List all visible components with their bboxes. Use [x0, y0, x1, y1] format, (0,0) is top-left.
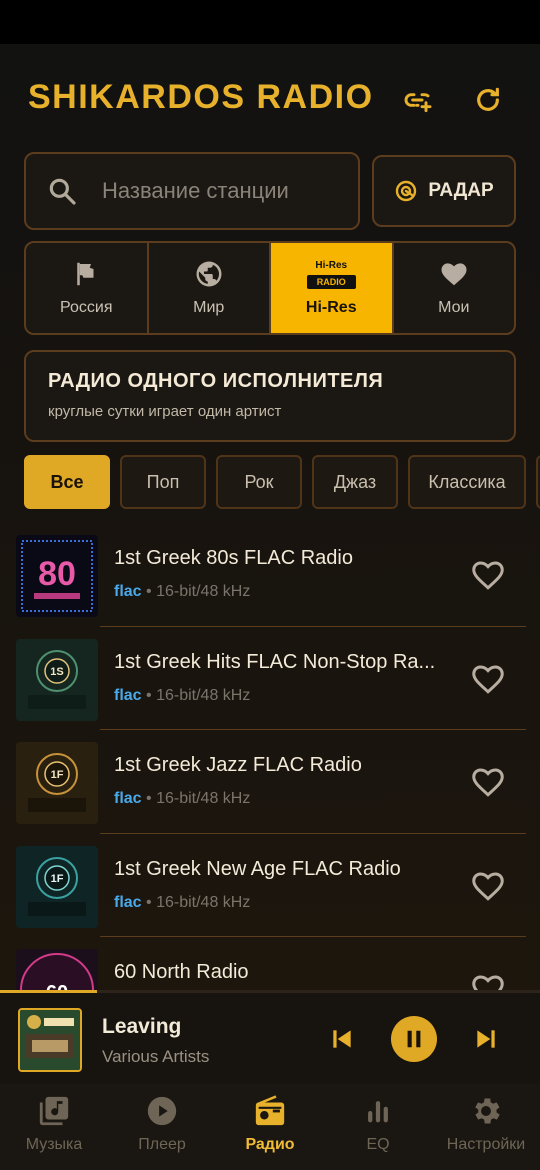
station-cover: 1S	[16, 638, 98, 721]
station-name: 1st Greek Jazz FLAC Radio	[114, 754, 362, 776]
genre-chips: Все Поп Рок Джаз Классика	[24, 455, 540, 509]
settings-gear-icon	[475, 1098, 500, 1124]
favorite-heart-icon[interactable]	[470, 764, 506, 800]
play-circle-icon	[147, 1096, 177, 1126]
previous-button[interactable]	[326, 1023, 358, 1055]
app-title: SHIKARDOS RADIO	[28, 78, 374, 116]
banner-subtitle: круглые сутки играет один артист	[48, 403, 282, 420]
music-library-icon	[39, 1096, 69, 1126]
radar-button[interactable]: РАДАР	[372, 155, 516, 227]
flag-icon	[77, 262, 94, 286]
playback-progress[interactable]	[0, 990, 98, 993]
chip-all[interactable]: Все	[24, 455, 110, 509]
nav-player[interactable]: Плеер	[108, 1084, 216, 1170]
station-meta: flac • 16-bit/48 kHz	[114, 686, 251, 704]
tab-label: Мир	[193, 299, 225, 316]
search-icon	[49, 178, 76, 205]
station-item[interactable]: 1S 1st Greek Hits FLAC Non-Stop Ra... fl…	[0, 627, 540, 730]
hires-radio-logo: Hi-Res RADIO	[306, 260, 356, 289]
nav-label: Плеер	[138, 1136, 186, 1153]
station-name: 1st Greek New Age FLAC Radio	[114, 857, 401, 880]
station-meta: flac • 16-bit/48 kHz	[114, 583, 251, 600]
radar-icon	[396, 180, 417, 202]
station-meta: flac • 16-bit/48 kHz	[114, 893, 251, 911]
svg-text:1F: 1F	[51, 769, 64, 781]
nav-radio[interactable]: Радио	[216, 1084, 324, 1170]
station-meta: flac • 16-bit/48 kHz	[114, 790, 251, 807]
station-item[interactable]: 1F 1st Greek New Age FLAC Radio flac • 1…	[0, 834, 540, 937]
favorite-heart-icon[interactable]	[470, 868, 506, 904]
station-item[interactable]: 80 1st Greek 80s FLAC Radio flac • 16-bi…	[0, 523, 540, 627]
svg-text:1F: 1F	[51, 873, 64, 885]
status-bar	[0, 0, 540, 44]
station-name: 1st Greek 80s FLAC Radio	[114, 547, 353, 569]
skip-next-icon	[477, 1030, 495, 1048]
radar-label: РАДАР	[428, 180, 494, 201]
play-pause-button[interactable]	[391, 1016, 437, 1062]
mini-player[interactable]: Leaving Various Artists	[0, 990, 540, 1084]
link-plus-icon[interactable]	[400, 82, 436, 118]
refresh-icon[interactable]	[470, 82, 506, 118]
track-title: Leaving	[102, 1015, 182, 1038]
station-item[interactable]: 60 60 North Radio	[0, 937, 540, 991]
station-item[interactable]: 1F 1st Greek Jazz FLAC Radio flac • 16-b…	[0, 730, 540, 834]
equalizer-icon	[368, 1101, 388, 1123]
favorite-heart-icon[interactable]	[470, 557, 506, 593]
nav-label: Музыка	[25, 1136, 83, 1153]
bottom-navigation: Музыка Плеер Радио EQ Настройки	[0, 1084, 540, 1170]
favorite-heart-icon[interactable]	[470, 971, 506, 991]
radio-icon	[255, 1095, 285, 1126]
chip-more[interactable]	[536, 455, 540, 509]
chip-rock[interactable]: Рок	[216, 455, 302, 509]
album-cover	[18, 1008, 82, 1072]
chip-jazz[interactable]: Джаз	[312, 455, 398, 509]
svg-text:1S: 1S	[50, 666, 63, 678]
station-cover: 1F	[16, 742, 98, 824]
chip-classical[interactable]: Классика	[408, 455, 526, 509]
chip-pop[interactable]: Поп	[120, 455, 206, 509]
favorite-heart-icon[interactable]	[470, 661, 506, 697]
nav-settings[interactable]: Настройки	[432, 1084, 540, 1170]
tab-world[interactable]: Мир	[149, 243, 271, 333]
station-cover: 1F	[16, 845, 98, 928]
nav-label: EQ	[366, 1136, 390, 1153]
tab-hires[interactable]: Hi-Res RADIO Hi-Res	[271, 243, 394, 333]
banner-title: РАДИО ОДНОГО ИСПОЛНИТЕЛЯ	[48, 370, 384, 392]
station-cover: 60	[16, 949, 98, 991]
station-list: 80 1st Greek 80s FLAC Radio flac • 16-bi…	[0, 523, 540, 991]
nav-label: Радио	[245, 1136, 295, 1153]
nav-music[interactable]: Музыка	[0, 1084, 108, 1170]
tab-label: Россия	[60, 299, 113, 316]
track-artist: Various Artists	[102, 1047, 210, 1066]
globe-icon	[196, 261, 222, 287]
tab-label: Мои	[438, 299, 470, 316]
tab-favorites[interactable]: Мои	[394, 243, 515, 333]
station-cover: 80	[16, 535, 98, 617]
nav-eq[interactable]: EQ	[324, 1084, 432, 1170]
tab-russia[interactable]: Россия	[26, 243, 149, 333]
station-name: 1st Greek Hits FLAC Non-Stop Ra...	[114, 650, 436, 673]
skip-previous-icon	[333, 1030, 351, 1048]
tab-label: Hi-Res	[305, 298, 357, 316]
search-box[interactable]	[24, 152, 360, 230]
station-name: 60 North Radio	[114, 961, 249, 983]
search-input[interactable]	[102, 178, 342, 204]
nav-label: Настройки	[446, 1136, 526, 1153]
svg-text:80: 80	[38, 555, 76, 593]
next-button[interactable]	[470, 1023, 502, 1055]
pause-icon	[407, 1030, 421, 1048]
heart-icon	[441, 263, 467, 286]
category-tabs: Россия Мир Hi-Res RADIO Hi-Res Мои	[24, 241, 516, 335]
single-artist-banner[interactable]: РАДИО ОДНОГО ИСПОЛНИТЕЛЯ круглые сутки и…	[24, 350, 516, 442]
